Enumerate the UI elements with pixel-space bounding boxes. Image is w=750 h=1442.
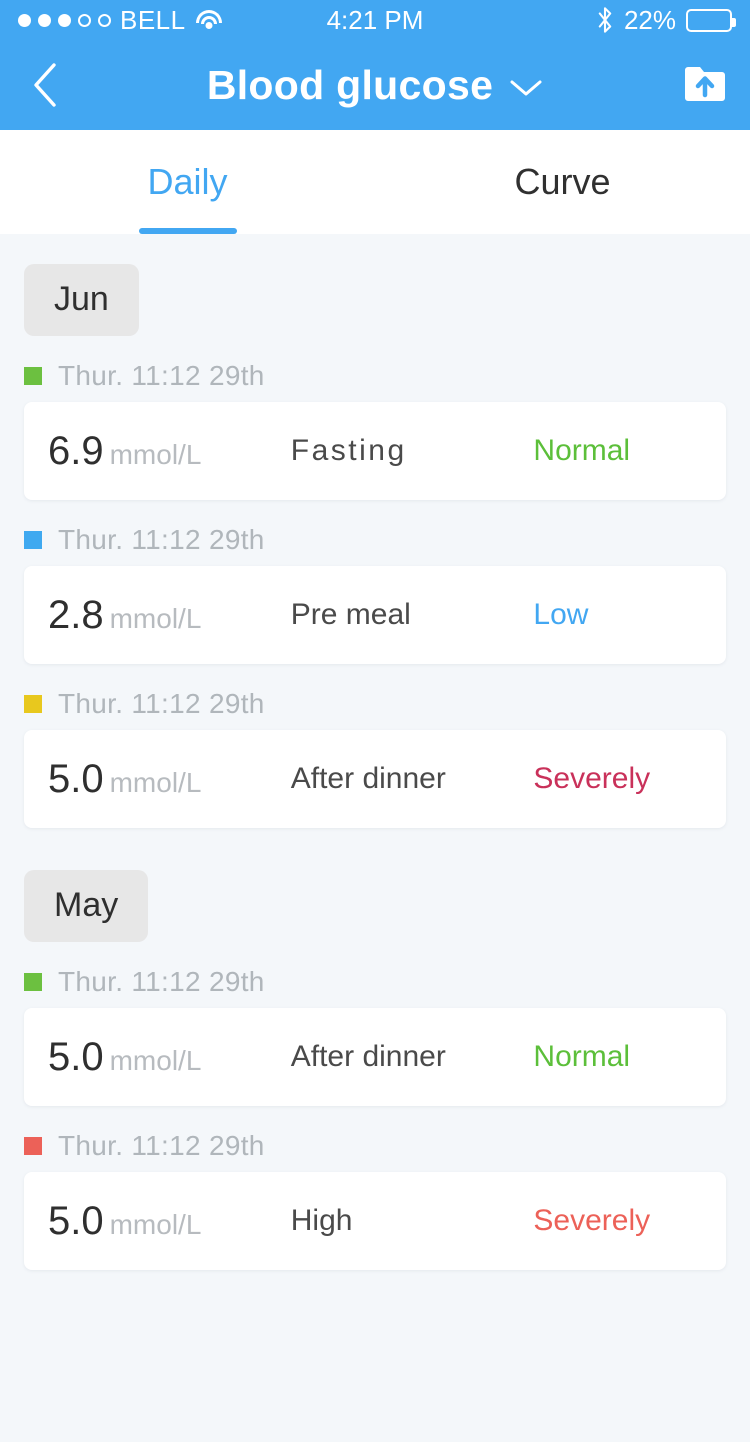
signal-strength-icon bbox=[18, 13, 111, 27]
record-card[interactable]: 5.0 mmol/L After dinner Severely bbox=[24, 730, 726, 828]
record-unit: mmol/L bbox=[109, 1208, 202, 1240]
tab-bar: Daily Curve bbox=[0, 130, 750, 234]
record-value: 5.0 bbox=[48, 1034, 104, 1079]
record-marker-icon bbox=[24, 1137, 42, 1155]
wifi-icon bbox=[195, 9, 223, 31]
record-type: High bbox=[290, 1204, 353, 1237]
battery-icon bbox=[686, 8, 736, 32]
record-timestamp: Thur. 11:12 29th bbox=[58, 688, 265, 719]
chevron-left-icon bbox=[34, 63, 56, 107]
page-title: Blood glucose bbox=[206, 61, 494, 108]
tab-daily[interactable]: Daily bbox=[0, 130, 375, 234]
tab-curve[interactable]: Curve bbox=[375, 130, 750, 234]
record-type: After dinner bbox=[290, 762, 446, 795]
upload-button[interactable] bbox=[682, 62, 728, 108]
record-status-badge: Normal bbox=[533, 434, 631, 467]
record-unit: mmol/L bbox=[109, 766, 202, 798]
record-type: Pre meal bbox=[290, 598, 411, 631]
record-value: 5.0 bbox=[48, 756, 104, 801]
app-screen: BELL 4:21 PM 22% Blood glucose Daily Cur… bbox=[0, 0, 750, 1442]
status-bar: BELL 4:21 PM 22% bbox=[0, 0, 750, 40]
record-meta: Thur. 11:12 29th bbox=[0, 966, 750, 1008]
record-value-group: 2.8 mmol/L bbox=[24, 593, 291, 638]
record-entry[interactable]: Thur. 11:12 29th 6.9 mmol/L Fasting Normal bbox=[0, 360, 750, 500]
carrier-label: BELL bbox=[120, 4, 186, 35]
status-bar-right: 22% bbox=[596, 4, 736, 36]
record-status-badge: Low bbox=[533, 598, 589, 631]
record-status-badge: Normal bbox=[533, 1040, 631, 1073]
record-timestamp: Thur. 11:12 29th bbox=[58, 360, 265, 391]
record-type: After dinner bbox=[290, 1040, 446, 1073]
record-value: 5.0 bbox=[48, 1198, 104, 1243]
record-value-group: 5.0 mmol/L bbox=[24, 1199, 291, 1244]
record-marker-icon bbox=[24, 531, 42, 549]
record-marker-icon bbox=[24, 973, 42, 991]
record-card[interactable]: 5.0 mmol/L After dinner Normal bbox=[24, 1008, 726, 1106]
record-status-badge: Severely bbox=[533, 1204, 651, 1237]
navigation-bar: Blood glucose bbox=[0, 40, 750, 130]
upload-folder-icon bbox=[685, 67, 725, 101]
month-badge[interactable]: Jun bbox=[24, 264, 139, 336]
record-value: 2.8 bbox=[48, 592, 104, 637]
record-meta: Thur. 11:12 29th bbox=[0, 1130, 750, 1172]
tab-curve-label: Curve bbox=[514, 161, 611, 202]
record-entry[interactable]: Thur. 11:12 29th 5.0 mmol/L After dinner Nor… bbox=[0, 966, 750, 1106]
record-unit: mmol/L bbox=[109, 438, 202, 470]
record-unit: mmol/L bbox=[109, 602, 202, 634]
record-unit: mmol/L bbox=[109, 1044, 202, 1076]
record-entry[interactable]: Thur. 11:12 29th 5.0 mmol/L After dinner Sev… bbox=[0, 688, 750, 828]
record-meta: Thur. 11:12 29th bbox=[0, 524, 750, 566]
record-value: 6.9 bbox=[48, 428, 104, 473]
record-card[interactable]: 5.0 mmol/L High Severely bbox=[24, 1172, 726, 1270]
status-bar-left: BELL bbox=[18, 5, 223, 36]
record-timestamp: Thur. 11:12 29th bbox=[58, 1130, 265, 1161]
record-timestamp: Thur. 11:12 29th bbox=[58, 966, 265, 997]
record-entry[interactable]: Thur. 11:12 29th 5.0 mmol/L High Severely bbox=[0, 1130, 750, 1270]
month-badge[interactable]: May bbox=[24, 870, 149, 942]
back-button[interactable] bbox=[22, 58, 68, 112]
record-status-badge: Severely bbox=[533, 762, 651, 795]
record-meta: Thur. 11:12 29th bbox=[0, 360, 750, 402]
record-entry[interactable]: Thur. 11:12 29th 2.8 mmol/L Pre meal Low bbox=[0, 524, 750, 664]
record-value-group: 5.0 mmol/L bbox=[24, 757, 291, 802]
record-card[interactable]: 2.8 mmol/L Pre meal Low bbox=[24, 566, 726, 664]
record-value-group: 6.9 mmol/L bbox=[24, 429, 291, 474]
record-marker-icon bbox=[24, 695, 42, 713]
page-title-group: Blood glucose bbox=[0, 62, 750, 109]
record-type: Fasting bbox=[290, 434, 407, 467]
record-card[interactable]: 6.9 mmol/L Fasting Normal bbox=[24, 402, 726, 500]
record-timestamp: Thur. 11:12 29th bbox=[58, 524, 265, 555]
record-meta: Thur. 11:12 29th bbox=[0, 688, 750, 730]
record-marker-icon bbox=[24, 367, 42, 385]
bluetooth-icon bbox=[598, 7, 612, 33]
tab-daily-label: Daily bbox=[147, 161, 228, 202]
month-group: Jun Thur. 11:12 29th 6.9 mmol/L Fasting Norma… bbox=[0, 264, 750, 828]
battery-percent-label: 22% bbox=[623, 4, 676, 35]
month-group: May Thur. 11:12 29th 5.0 mmol/L After dinner… bbox=[0, 870, 750, 1270]
record-value-group: 5.0 mmol/L bbox=[24, 1035, 291, 1080]
records-list[interactable]: Jun Thur. 11:12 29th 6.9 mmol/L Fasting Norma… bbox=[0, 234, 750, 1442]
chevron-down-icon[interactable] bbox=[509, 78, 543, 98]
